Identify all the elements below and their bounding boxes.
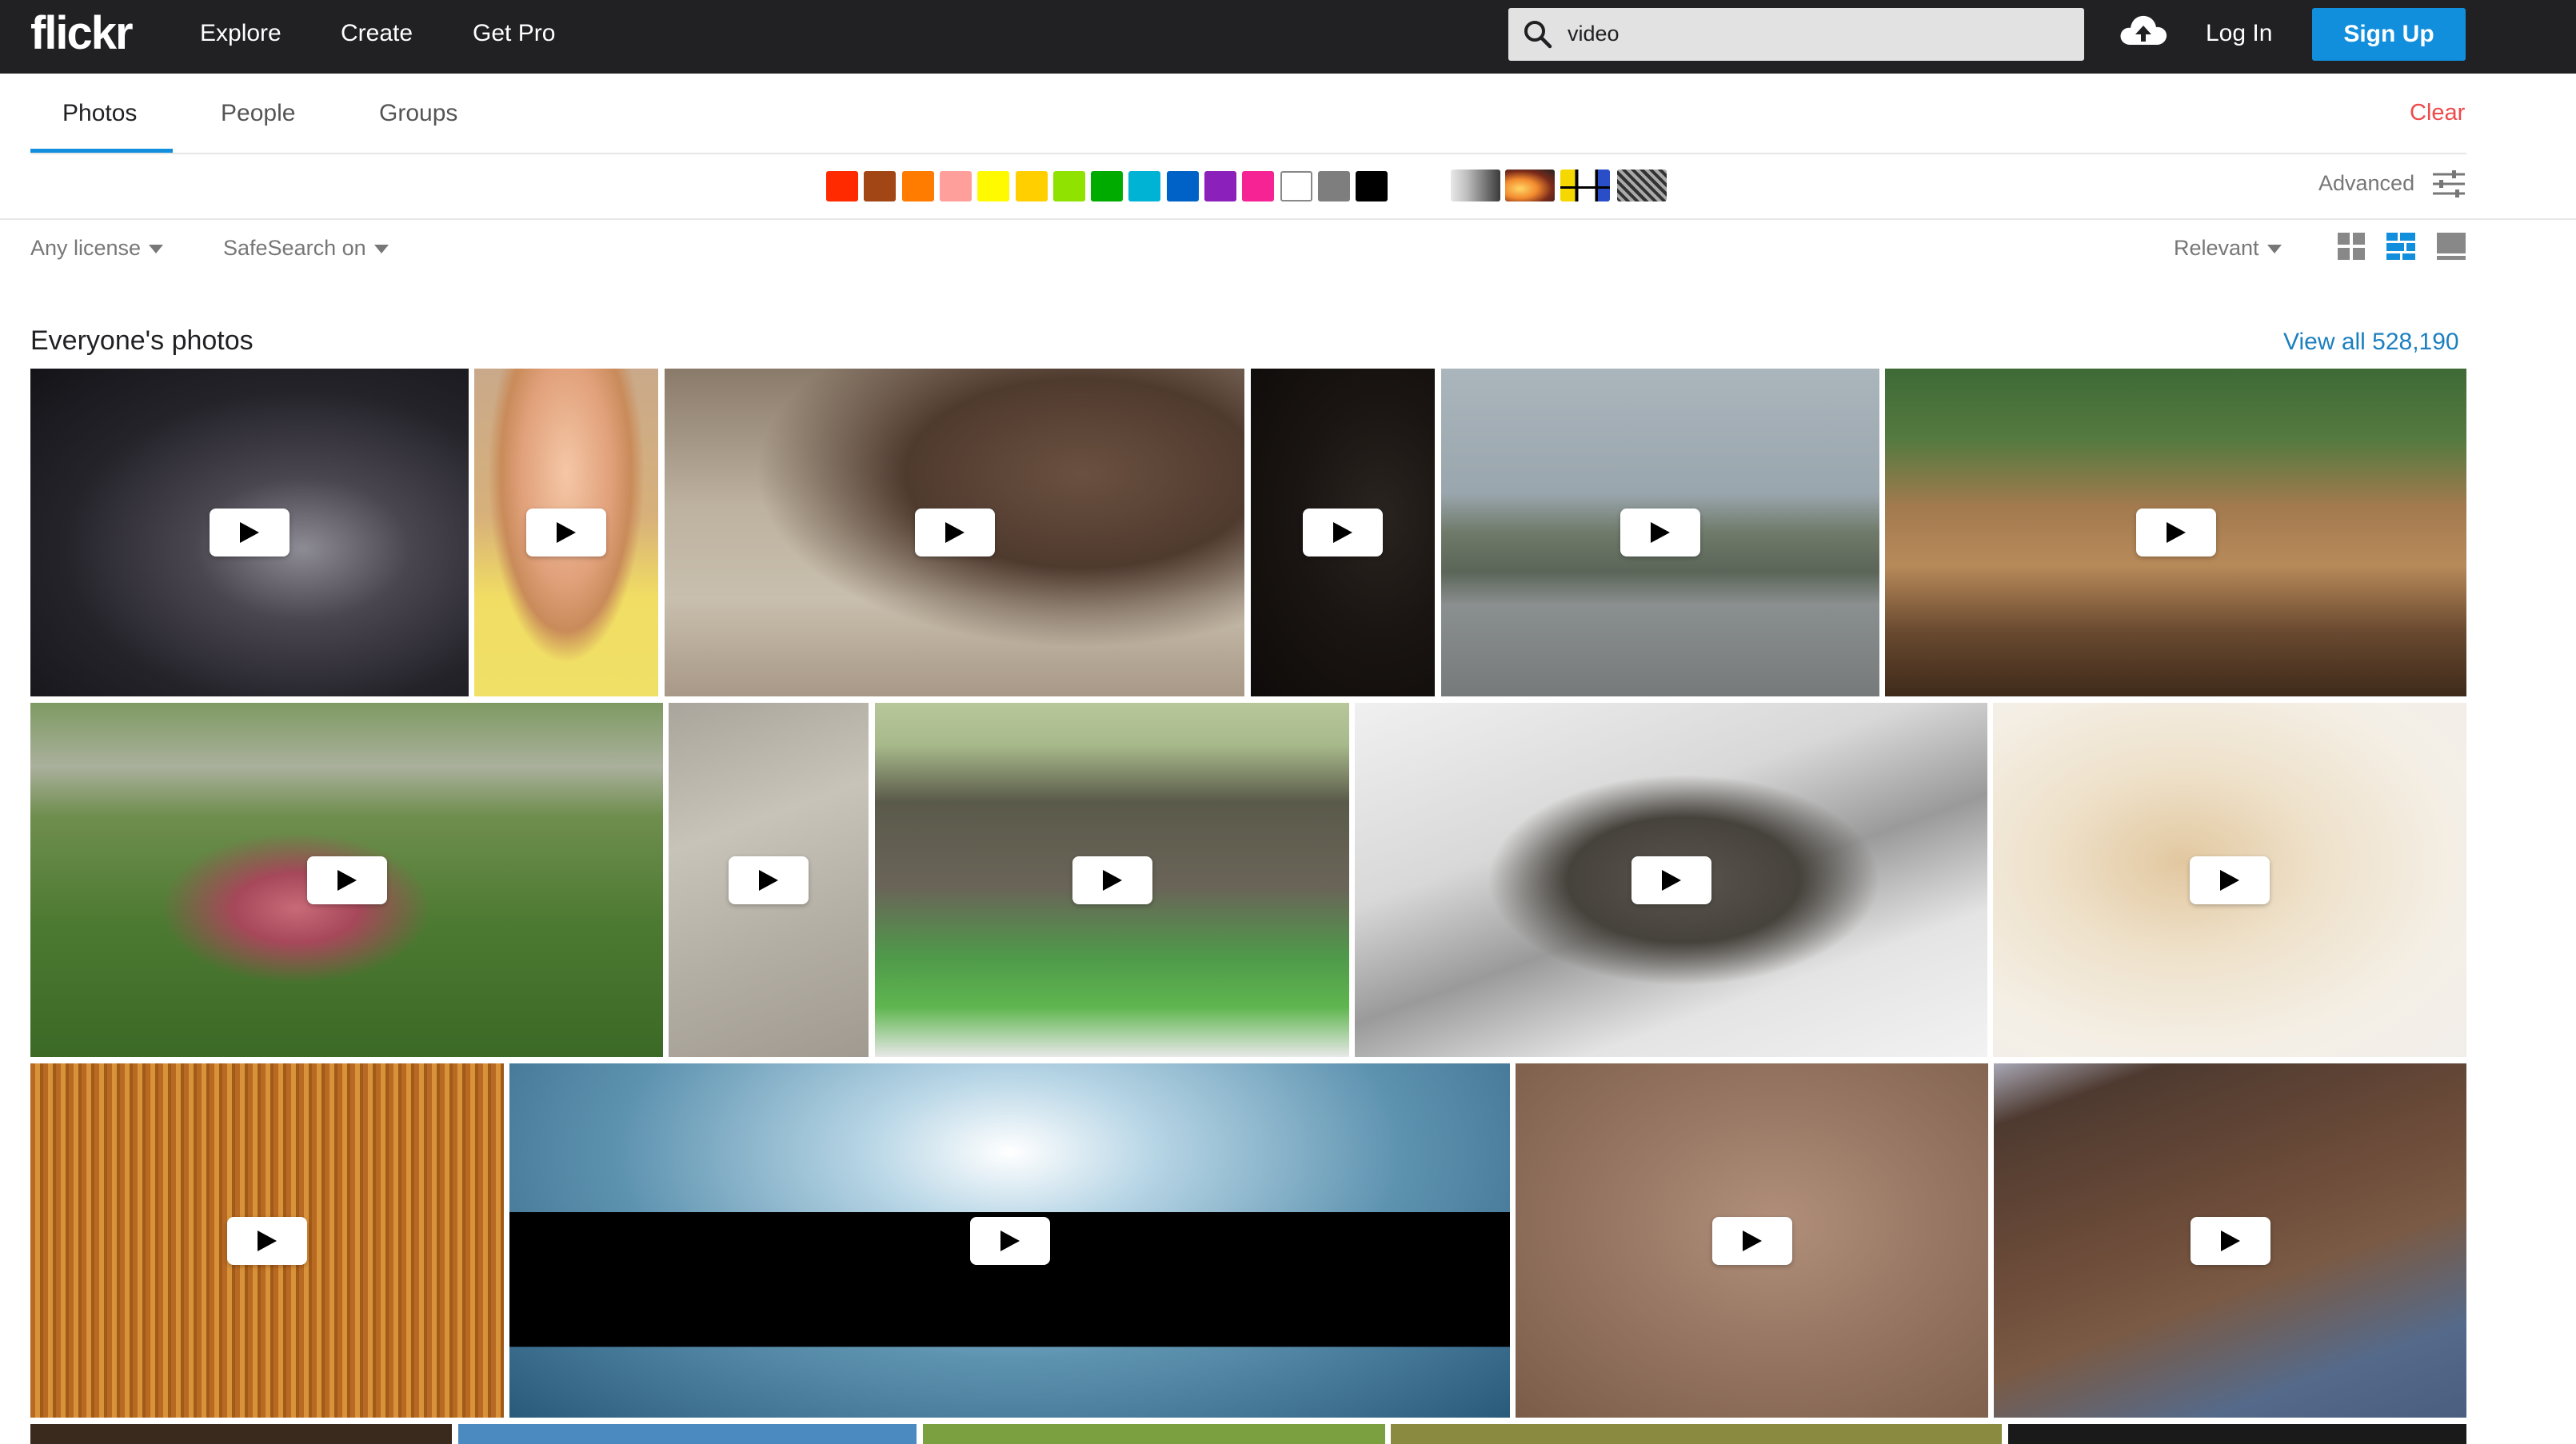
play-icon bbox=[1631, 856, 1711, 904]
photo-tile[interactable] bbox=[1391, 1424, 2002, 1444]
section-title: Everyone's photos bbox=[30, 325, 254, 356]
play-icon bbox=[729, 856, 809, 904]
color-swatch[interactable] bbox=[864, 171, 896, 201]
nav-create[interactable]: Create bbox=[341, 18, 413, 50]
play-icon bbox=[914, 509, 995, 556]
play-icon bbox=[1303, 509, 1383, 556]
play-icon bbox=[1620, 509, 1700, 556]
play-icon bbox=[227, 1216, 307, 1265]
login-link[interactable]: Log In bbox=[2206, 18, 2272, 50]
license-dropdown-label: Any license bbox=[30, 236, 142, 260]
color-swatch[interactable] bbox=[1242, 171, 1274, 201]
play-icon bbox=[526, 509, 606, 556]
photo-tile[interactable] bbox=[669, 703, 869, 1057]
detail-view-icon[interactable] bbox=[2436, 232, 2466, 261]
chevron-down-icon bbox=[373, 245, 389, 254]
justified-view-icon[interactable] bbox=[2386, 232, 2416, 261]
safesearch-dropdown[interactable]: SafeSearch on bbox=[223, 233, 389, 262]
clear-filters-link[interactable]: Clear bbox=[2410, 97, 2465, 129]
tab-groups[interactable]: Groups bbox=[379, 98, 457, 130]
sort-dropdown[interactable]: Relevant bbox=[2174, 233, 2282, 262]
chevron-down-icon bbox=[2266, 245, 2282, 254]
play-icon bbox=[969, 1216, 1050, 1265]
filter-divider bbox=[0, 218, 2576, 220]
photo-tile[interactable] bbox=[30, 369, 469, 696]
photo-tile[interactable] bbox=[30, 703, 663, 1057]
color-swatch[interactable] bbox=[1167, 171, 1199, 201]
photo-tile[interactable] bbox=[1993, 703, 2466, 1057]
tab-people[interactable]: People bbox=[221, 98, 295, 130]
flickr-logo[interactable]: flickr bbox=[30, 5, 134, 62]
photo-tile[interactable] bbox=[474, 369, 658, 696]
style-minimalist[interactable] bbox=[1560, 170, 1610, 201]
license-dropdown[interactable]: Any license bbox=[30, 233, 164, 262]
photo-tile[interactable] bbox=[1994, 1063, 2466, 1418]
style-shallow-depth-of-field[interactable] bbox=[1505, 170, 1555, 201]
grid-view-icon[interactable] bbox=[2337, 232, 2366, 261]
photo-tile[interactable] bbox=[1516, 1063, 1988, 1418]
color-swatch[interactable] bbox=[1318, 171, 1350, 201]
sort-dropdown-label: Relevant bbox=[2174, 236, 2259, 260]
photo-tile[interactable] bbox=[1355, 703, 1987, 1057]
photo-tile[interactable] bbox=[2008, 1424, 2466, 1444]
tabs-divider bbox=[30, 153, 2466, 154]
play-icon bbox=[2190, 856, 2270, 904]
color-swatch[interactable] bbox=[902, 171, 934, 201]
color-swatch[interactable] bbox=[977, 171, 1009, 201]
top-nav: flickr Explore Create Get Pro Log In Sig… bbox=[0, 0, 2576, 74]
play-icon bbox=[1711, 1216, 1792, 1265]
color-swatch[interactable] bbox=[1128, 171, 1160, 201]
play-icon bbox=[210, 509, 290, 556]
nav-get-pro[interactable]: Get Pro bbox=[473, 18, 555, 50]
color-swatch[interactable] bbox=[1204, 171, 1236, 201]
photo-tile[interactable] bbox=[1885, 369, 2466, 696]
color-swatch[interactable] bbox=[1053, 171, 1085, 201]
search-input[interactable] bbox=[1568, 16, 2063, 51]
photo-tile[interactable] bbox=[458, 1424, 917, 1444]
tab-photos[interactable]: Photos bbox=[62, 98, 137, 130]
play-icon bbox=[2135, 509, 2216, 556]
photo-tile[interactable] bbox=[30, 1063, 504, 1418]
photo-tile[interactable] bbox=[875, 703, 1349, 1057]
color-swatch[interactable] bbox=[1091, 171, 1123, 201]
photo-tile[interactable] bbox=[923, 1424, 1385, 1444]
color-swatch[interactable] bbox=[1356, 171, 1388, 201]
play-icon bbox=[1072, 856, 1152, 904]
chevron-down-icon bbox=[149, 245, 164, 254]
photo-tile[interactable] bbox=[1251, 369, 1435, 696]
sliders-icon[interactable] bbox=[2431, 168, 2466, 200]
photo-tile[interactable] bbox=[665, 369, 1244, 696]
search-icon bbox=[1524, 21, 1552, 49]
photo-tile[interactable] bbox=[509, 1063, 1510, 1418]
signup-button[interactable]: Sign Up bbox=[2312, 8, 2466, 61]
nav-explore[interactable]: Explore bbox=[200, 18, 282, 50]
style-patterns[interactable] bbox=[1617, 170, 1667, 201]
upload-cloud-icon[interactable] bbox=[2118, 10, 2169, 54]
color-swatch[interactable] bbox=[1280, 171, 1312, 201]
play-icon bbox=[306, 856, 387, 904]
style-black-and-white[interactable] bbox=[1451, 170, 1500, 201]
photo-tile[interactable] bbox=[30, 1424, 452, 1444]
advanced-link[interactable]: Advanced bbox=[2318, 169, 2414, 197]
color-swatch[interactable] bbox=[1016, 171, 1048, 201]
search-box[interactable] bbox=[1508, 8, 2084, 61]
view-all-link[interactable]: View all 528,190 bbox=[2283, 326, 2459, 358]
color-swatch[interactable] bbox=[940, 171, 972, 201]
safesearch-dropdown-label: SafeSearch on bbox=[223, 236, 366, 260]
play-icon bbox=[2190, 1216, 2270, 1265]
photo-tile[interactable] bbox=[1441, 369, 1879, 696]
color-swatch[interactable] bbox=[826, 171, 858, 201]
